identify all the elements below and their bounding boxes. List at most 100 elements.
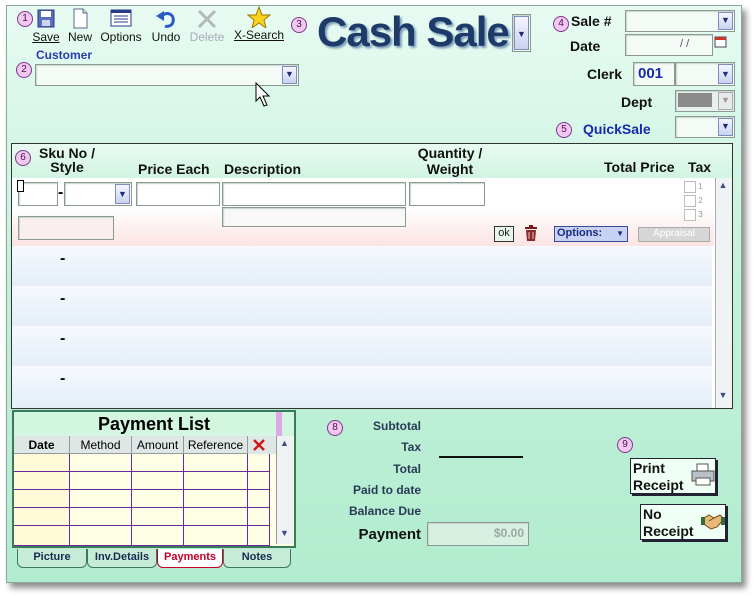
tab-picture[interactable]: Picture <box>17 549 87 568</box>
badge-6: 6 <box>15 150 31 166</box>
delete-x-icon[interactable] <box>252 438 266 452</box>
payment-list-title: Payment List <box>14 412 294 436</box>
description-input[interactable] <box>222 182 406 206</box>
col-sku-style: Sku No / Style <box>38 145 95 175</box>
balance-due-label: Balance Due <box>348 504 421 518</box>
grid-header: 6 Sku No / Style Price Each Description … <box>12 144 732 178</box>
no-receipt-button[interactable]: No Receipt <box>640 504 726 540</box>
payment-label: Payment <box>358 526 421 543</box>
col-price-each: Price Each <box>138 161 210 177</box>
tax-checkbox-3[interactable] <box>684 209 696 221</box>
tax-checkbox-2[interactable] <box>684 195 696 207</box>
total-separator <box>439 456 523 458</box>
table-row[interactable]: - <box>12 246 712 286</box>
col-quantity-weight: Quantity / Weight <box>417 145 483 177</box>
chevron-down-icon[interactable]: ▼ <box>115 184 130 204</box>
page-title: Cash Sale <box>317 8 510 55</box>
trash-icon[interactable] <box>523 224 539 242</box>
clerk-field[interactable]: 001 <box>633 62 675 86</box>
cash-sale-window: 1 Save New Options Undo Delete X-Search … <box>6 5 742 583</box>
printer-icon <box>691 463 715 486</box>
options-button[interactable]: Options <box>98 8 144 44</box>
tab-notes[interactable]: Notes <box>223 549 291 568</box>
payment-list-header: Date Method Amount Reference <box>14 436 276 454</box>
undo-button[interactable]: Undo <box>149 8 183 44</box>
clerk-label: Clerk <box>587 66 623 82</box>
tax-checkbox-group: 1 2 3 <box>684 181 741 223</box>
table-row[interactable]: - <box>12 366 712 408</box>
date-field[interactable]: / / <box>625 34 713 56</box>
x-search-button[interactable]: X-Search <box>231 6 287 42</box>
badge-3: 3 <box>291 17 307 33</box>
col-total-price: Total Price <box>604 159 675 175</box>
chevron-down-icon[interactable]: ▼ <box>514 16 529 50</box>
payment-amount-input[interactable]: $0.00 <box>427 522 529 546</box>
dept-label: Dept <box>621 94 653 110</box>
badge-5: 5 <box>556 122 572 138</box>
date-label: Date <box>570 38 601 54</box>
chevron-down-icon[interactable]: ▼ <box>282 66 297 84</box>
chevron-down-icon[interactable]: ▼ <box>717 390 729 402</box>
subtotal-label: Subtotal <box>373 419 421 433</box>
quantity-input[interactable] <box>409 182 485 206</box>
chevron-down-icon[interactable]: ▼ <box>718 118 733 136</box>
chevron-up-icon[interactable]: ▲ <box>278 438 291 450</box>
new-document-icon <box>73 8 88 29</box>
payment-list-panel: 7 Payment List Date Method Amount Refere… <box>12 410 296 548</box>
text-cursor <box>17 180 24 192</box>
paid-to-date-label: Paid to date <box>352 483 421 497</box>
tab-inv-details[interactable]: Inv.Details <box>87 549 157 568</box>
sale-number-label: Sale # <box>571 13 612 29</box>
table-row[interactable]: - <box>12 286 712 326</box>
customer-label: Customer <box>36 48 93 62</box>
badge-2: 2 <box>16 62 32 78</box>
star-icon <box>247 6 271 28</box>
price-each-input[interactable] <box>136 182 220 206</box>
print-receipt-button[interactable]: Print Receipt <box>630 458 716 494</box>
clerk-select[interactable]: ▼ <box>675 62 735 86</box>
save-button[interactable]: Save <box>31 8 61 44</box>
undo-arrow-icon <box>156 11 175 28</box>
tax-checkbox-1[interactable] <box>684 181 696 193</box>
quicksale-label: QuickSale <box>583 121 651 137</box>
chevron-up-icon[interactable]: ▲ <box>717 180 729 192</box>
sale-number-select[interactable]: ▼ <box>625 10 735 32</box>
options-dropdown[interactable]: Options: ▼ <box>554 226 628 242</box>
chevron-down-icon[interactable]: ▼ <box>278 528 291 540</box>
grid-scrollbar[interactable]: ▲ ▼ <box>715 178 732 408</box>
line-items-grid: 6 Sku No / Style Price Each Description … <box>11 143 733 409</box>
chevron-down-icon[interactable]: ▼ <box>718 92 733 110</box>
calendar-icon[interactable] <box>714 35 728 49</box>
total-label: Total <box>393 462 421 476</box>
col-tax: Tax <box>688 159 712 175</box>
appraisal-button[interactable]: Appraisal <box>638 227 710 242</box>
delete-button[interactable]: Delete <box>187 8 227 44</box>
handshake-icon <box>701 514 725 530</box>
sale-type-dropdown[interactable]: ▼ <box>512 14 531 52</box>
mouse-cursor-icon <box>255 82 271 107</box>
new-button[interactable]: New <box>65 8 95 44</box>
quicksale-select[interactable]: ▼ <box>675 116 735 138</box>
dept-select[interactable]: ▼ <box>675 90 735 112</box>
sku-input[interactable] <box>18 182 58 206</box>
table-row[interactable]: - <box>12 326 712 366</box>
save-icon <box>37 9 55 28</box>
sku-extra-input[interactable] <box>18 216 114 240</box>
chevron-down-icon[interactable]: ▼ <box>718 64 733 84</box>
style-select[interactable]: ▼ <box>64 182 132 206</box>
badge-9: 9 <box>617 437 633 453</box>
tab-payments[interactable]: Payments <box>157 549 223 568</box>
list-options-icon <box>110 9 132 27</box>
tax-label: Tax <box>401 440 421 454</box>
chevron-down-icon: ▼ <box>616 229 624 238</box>
delete-x-icon <box>197 9 217 29</box>
col-description: Description <box>224 161 302 177</box>
payment-list-scrollbar[interactable]: ▲ ▼ <box>276 436 293 544</box>
payment-list-body <box>14 454 276 546</box>
badge-4: 4 <box>553 16 569 32</box>
active-line-item-row: - ▼ 1 2 3 ok Options: ▼ Appraisal <box>12 178 714 246</box>
chevron-down-icon[interactable]: ▼ <box>718 12 733 30</box>
ok-button[interactable]: ok <box>494 226 514 242</box>
bottom-tabs: Picture Inv.Details Payments Notes <box>13 549 297 571</box>
description-line2-input[interactable] <box>222 207 406 227</box>
